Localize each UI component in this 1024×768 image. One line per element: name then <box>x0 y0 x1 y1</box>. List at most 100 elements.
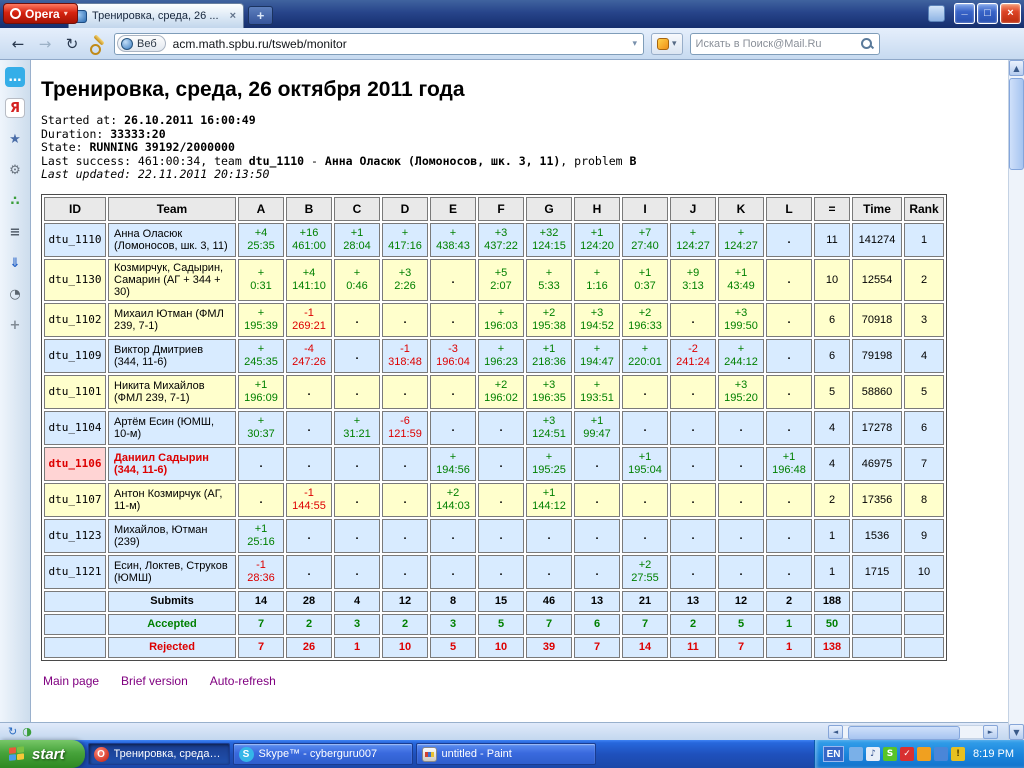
column-header: Time <box>852 196 902 221</box>
page-title: Тренировка, среда, 26 октября 2011 года <box>41 78 465 101</box>
search-engine-selector[interactable]: ▾ <box>651 32 683 55</box>
problem-cell: . <box>622 482 668 517</box>
problem-cell: +2 195:38 <box>526 302 572 337</box>
problem-cell: . <box>382 446 428 481</box>
summary-empty-cell <box>852 590 902 612</box>
team-name-cell: Михаил Ютман (ФМЛ 239, 7-1) <box>108 302 236 337</box>
taskbar-task-opera[interactable]: O Тренировка, среда, ... <box>87 743 230 765</box>
tab-list-icon[interactable] <box>928 5 945 22</box>
tray-antivirus-icon[interactable]: ✓ <box>900 747 915 761</box>
history-panel-icon[interactable]: ◔ <box>5 284 25 304</box>
problem-cell: +1 28:04 <box>334 222 380 257</box>
search-input[interactable]: Искать в Поиск@Mail.Ru <box>689 32 880 55</box>
notes-panel-icon[interactable]: ≡ <box>5 222 25 242</box>
windows-logo-icon <box>9 745 26 763</box>
problem-cell: +220:01 <box>622 338 668 373</box>
language-indicator[interactable]: EN <box>823 746 845 762</box>
address-dropdown-icon[interactable]: ▾ <box>632 39 639 49</box>
back-button[interactable]: ← <box>8 33 28 55</box>
solved-count-cell: 10 <box>814 258 850 301</box>
add-panel-icon[interactable]: + <box>5 315 25 335</box>
problem-cell: . <box>430 302 476 337</box>
tray-messenger-icon[interactable] <box>917 747 932 761</box>
penalty-time-cell: 141274 <box>852 222 902 257</box>
yandex-panel-icon[interactable]: Я <box>5 98 25 118</box>
search-icon[interactable] <box>860 37 874 51</box>
address-bar[interactable]: Веб acm.math.spbu.ru/tsweb/monitor ▾ <box>114 32 644 55</box>
url-text[interactable]: acm.math.spbu.ru/tsweb/monitor <box>173 37 626 51</box>
tray-display-icon[interactable] <box>849 747 864 761</box>
summary-value-cell: 5 <box>718 613 764 635</box>
close-button[interactable]: × <box>1000 3 1021 24</box>
vertical-scrollbar[interactable]: ▲ ▼ <box>1008 60 1024 740</box>
horizontal-scrollbar[interactable]: ◄ ► <box>828 724 998 740</box>
column-header: K <box>718 196 764 221</box>
hscrollbar-thumb[interactable] <box>848 725 960 740</box>
tray-network-icon[interactable] <box>934 747 949 761</box>
problem-cell: +195:25 <box>526 446 572 481</box>
problem-cell: . <box>766 410 812 445</box>
rank-cell: 4 <box>904 338 944 373</box>
summary-value-cell: 5 <box>478 613 524 635</box>
summary-value-cell: 7 <box>622 613 668 635</box>
problem-cell: . <box>478 482 524 517</box>
tray-skype-icon[interactable]: S <box>883 747 898 761</box>
tab-close-icon[interactable]: × <box>228 10 238 22</box>
chevron-down-icon: ▾ <box>63 9 68 18</box>
taskbar: start O Тренировка, среда, ... S Skype™ - c… <box>0 740 1024 768</box>
rank-cell: 8 <box>904 482 944 517</box>
team-id-cell: dtu_1107 <box>44 482 106 517</box>
maximize-button[interactable]: □ <box>977 3 998 24</box>
column-header: F <box>478 196 524 221</box>
taskbar-task-paint[interactable]: untitled - Paint <box>415 743 596 765</box>
start-button[interactable]: start <box>0 740 85 768</box>
footer-link-brief-version[interactable]: Brief version <box>121 674 188 688</box>
problem-cell: . <box>622 410 668 445</box>
column-header: E <box>430 196 476 221</box>
problem-cell: +9 3:13 <box>670 258 716 301</box>
tray-update-icon[interactable]: ! <box>951 747 966 761</box>
scroll-down-icon[interactable]: ▼ <box>1009 724 1024 740</box>
bookmarks-panel-icon[interactable]: ★ <box>5 129 25 149</box>
footer-link-main-page[interactable]: Main page <box>43 674 99 688</box>
problem-cell: . <box>286 518 332 553</box>
browser-tab[interactable]: Тренировка, среда, 26 ... × <box>68 3 244 28</box>
summary-value-cell: 7 <box>718 636 764 658</box>
web-badge-button[interactable]: Веб <box>117 35 166 52</box>
scroll-left-icon[interactable]: ◄ <box>828 724 843 739</box>
team-name-cell: Виктор Дмитриев (344, 11-6) <box>108 338 236 373</box>
tray-volume-icon[interactable]: ♪ <box>866 747 881 761</box>
sync-icon[interactable]: ↻ <box>8 725 17 739</box>
downloads-panel-icon[interactable]: ⇓ <box>5 253 25 273</box>
search-placeholder: Искать в Поиск@Mail.Ru <box>695 37 822 50</box>
summary-value-cell: 7 <box>238 636 284 658</box>
minimize-button[interactable]: _ <box>954 3 975 24</box>
problem-cell: . <box>334 554 380 589</box>
penalty-time-cell: 12554 <box>852 258 902 301</box>
rank-cell: 6 <box>904 410 944 445</box>
share-panel-icon[interactable]: ∴ <box>5 191 25 211</box>
new-tab-button[interactable]: + <box>248 6 273 25</box>
problem-cell: . <box>622 374 668 409</box>
opera-menu-button[interactable]: Opera ▾ <box>3 3 78 24</box>
scroll-right-icon[interactable]: ► <box>983 724 998 739</box>
opera-menu-label: Opera <box>25 6 60 21</box>
reload-button[interactable]: ↻ <box>62 33 82 55</box>
forward-button[interactable]: → <box>35 33 55 55</box>
summary-value-cell: 7 <box>574 636 620 658</box>
scrollbar-thumb[interactable] <box>1009 78 1024 170</box>
hscrollbar-track[interactable] <box>843 724 983 740</box>
info-line: Last success: 461:00:34, team dtu_1110 -… <box>41 153 637 168</box>
chat-panel-icon[interactable]: … <box>5 67 25 87</box>
problem-cell: +245:35 <box>238 338 284 373</box>
settings-panel-icon[interactable]: ⚙ <box>5 160 25 180</box>
scroll-up-icon[interactable]: ▲ <box>1009 60 1024 76</box>
taskbar-task-skype[interactable]: S Skype™ - cyberguru007 <box>232 743 413 765</box>
scrollbar-track[interactable] <box>1009 76 1024 724</box>
team-name-cell: Антон Козмирчук (АГ, 11-м) <box>108 482 236 517</box>
footer-link-auto-refresh[interactable]: Auto-refresh <box>210 674 276 688</box>
summary-value-cell: 1 <box>334 636 380 658</box>
password-wand-icon[interactable] <box>89 35 107 55</box>
turbo-icon[interactable]: ◑ <box>22 725 32 739</box>
summary-value-cell: 5 <box>430 636 476 658</box>
